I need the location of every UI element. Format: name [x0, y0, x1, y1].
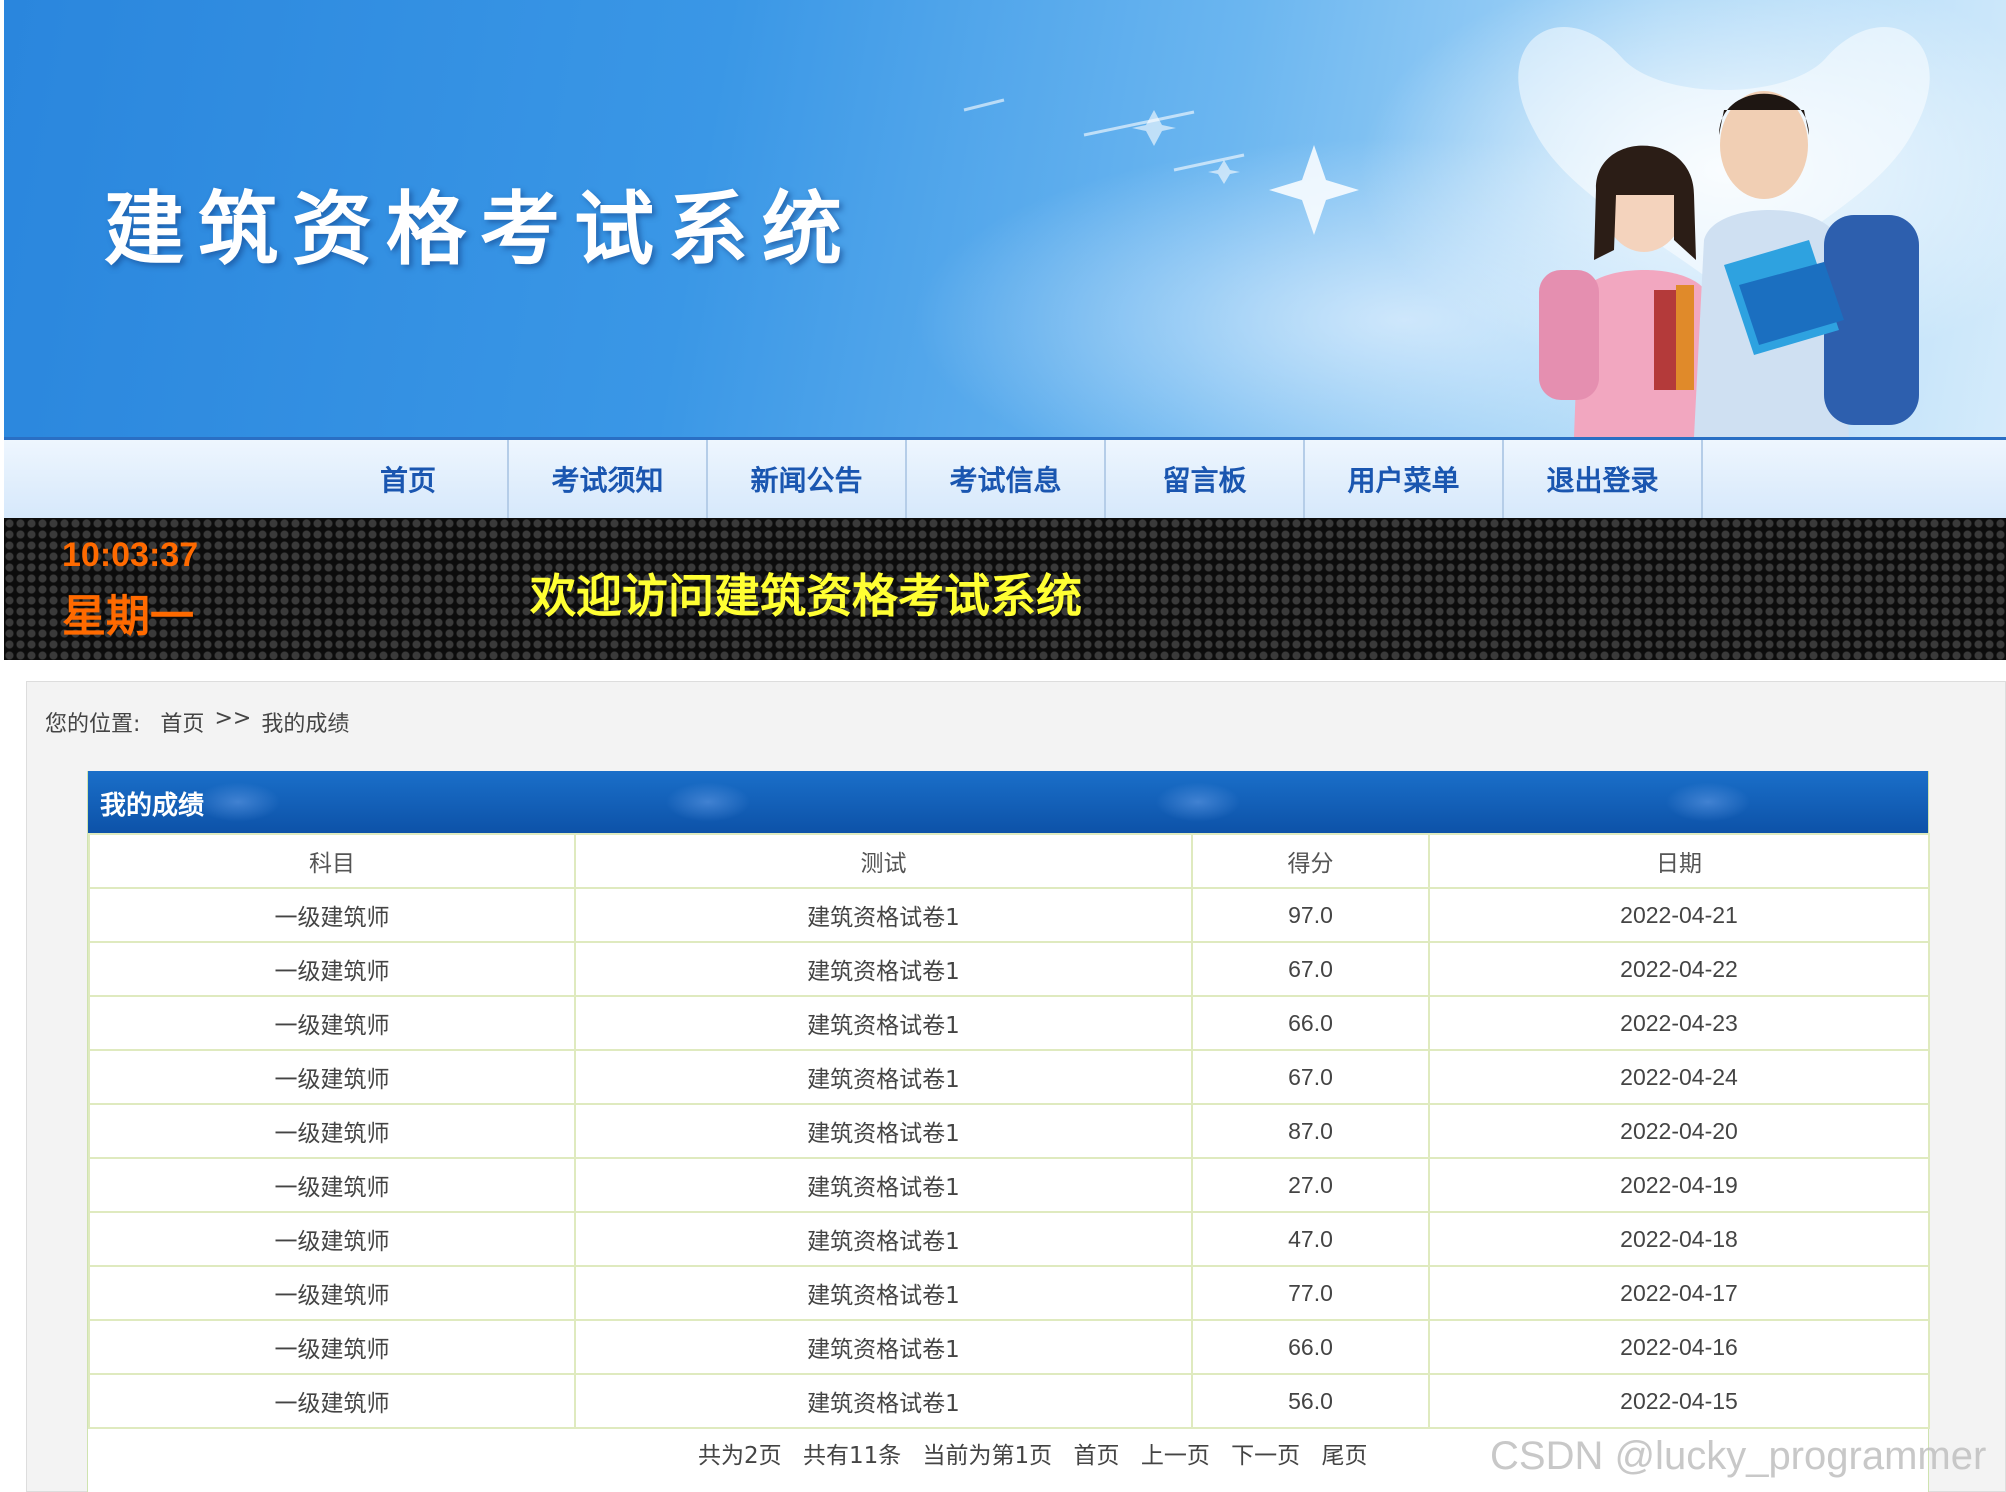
csdn-watermark: CSDN @lucky_programmer [1490, 1434, 1987, 1478]
cell-date: 2022-04-17 [1428, 1265, 1930, 1321]
cell-subject: 一级建筑师 [88, 1103, 576, 1159]
cell-test: 建筑资格试卷1 [574, 1049, 1193, 1105]
cell-score: 66.0 [1191, 1319, 1430, 1375]
cell-subject: 一级建筑师 [88, 887, 576, 943]
cell-date: 2022-04-16 [1428, 1319, 1930, 1375]
cell-score: 27.0 [1191, 1157, 1430, 1213]
table-row: 一级建筑师 建筑资格试卷1 66.0 2022-04-16 [88, 1319, 1930, 1375]
main-nav: 首页 考试须知 新闻公告 考试信息 留言板 用户菜单 退出登录 [4, 437, 2006, 518]
cell-date: 2022-04-22 [1428, 941, 1930, 997]
site-title: 建筑资格考试系统 [104, 183, 856, 276]
cell-test: 建筑资格试卷1 [574, 995, 1193, 1051]
pager-next-link[interactable]: 下一页 [1231, 1443, 1300, 1469]
cell-date: 2022-04-20 [1428, 1103, 1930, 1159]
cell-subject: 一级建筑师 [88, 1319, 576, 1375]
table-row: 一级建筑师 建筑资格试卷1 56.0 2022-04-15 [88, 1373, 1930, 1429]
pager-last-link[interactable]: 尾页 [1321, 1443, 1367, 1469]
pager-prev-link[interactable]: 上一页 [1141, 1443, 1210, 1469]
cell-score: 56.0 [1191, 1373, 1430, 1429]
panel-header: 我的成绩 [88, 771, 1928, 833]
header-banner: 建筑资格考试系统 [4, 0, 2006, 437]
table-row: 一级建筑师 建筑资格试卷1 87.0 2022-04-20 [88, 1103, 1930, 1159]
nav-item-logout[interactable]: 退出登录 [1504, 440, 1703, 518]
cell-date: 2022-04-15 [1428, 1373, 1930, 1429]
table-row: 一级建筑师 建筑资格试卷1 67.0 2022-04-24 [88, 1049, 1930, 1105]
cell-test: 建筑资格试卷1 [574, 941, 1193, 997]
nav-item-exam-notice[interactable]: 考试须知 [509, 440, 708, 518]
cell-test: 建筑资格试卷1 [574, 1211, 1193, 1267]
cell-score: 66.0 [1191, 995, 1430, 1051]
cell-score: 87.0 [1191, 1103, 1430, 1159]
table-header-row: 科目 测试 得分 日期 [88, 833, 1930, 889]
column-header-subject: 科目 [88, 833, 576, 889]
cell-test: 建筑资格试卷1 [574, 887, 1193, 943]
table-row: 一级建筑师 建筑资格试卷1 97.0 2022-04-21 [88, 887, 1930, 943]
pager-current-page: 当前为第1页 [922, 1443, 1053, 1469]
cell-score: 67.0 [1191, 941, 1430, 997]
pager-total-items: 共有11条 [802, 1443, 902, 1469]
panel-title: 我的成绩 [100, 791, 205, 821]
table-row: 一级建筑师 建筑资格试卷1 66.0 2022-04-23 [88, 995, 1930, 1051]
nav-item-user-menu[interactable]: 用户菜单 [1305, 440, 1504, 518]
sparkle-star-icon [1132, 110, 1359, 235]
cell-date: 2022-04-21 [1428, 887, 1930, 943]
cell-test: 建筑资格试卷1 [574, 1157, 1193, 1213]
nav-item-message-board[interactable]: 留言板 [1106, 440, 1305, 518]
nav-item-home[interactable]: 首页 [309, 440, 509, 518]
welcome-marquee: 欢迎访问建筑资格考试系统 [530, 569, 1082, 623]
cell-test: 建筑资格试卷1 [574, 1319, 1193, 1375]
table-row: 一级建筑师 建筑资格试卷1 77.0 2022-04-17 [88, 1265, 1930, 1321]
breadcrumb-prefix: 您的位置: [45, 712, 141, 737]
cell-date: 2022-04-23 [1428, 995, 1930, 1051]
led-marquee-bar: 10:03:37 星期一 欢迎访问建筑资格考试系统 [4, 518, 2006, 660]
pager-total-pages: 共为2页 [698, 1443, 782, 1469]
cell-date: 2022-04-24 [1428, 1049, 1930, 1105]
breadcrumb-home-link[interactable]: 首页 [160, 706, 204, 740]
clock-time: 10:03:37 [62, 536, 199, 574]
cell-score: 97.0 [1191, 887, 1430, 943]
cell-subject: 一级建筑师 [88, 995, 576, 1051]
column-header-date: 日期 [1428, 833, 1930, 889]
breadcrumb-current: 我的成绩 [261, 712, 350, 737]
breadcrumb: 您的位置: 首页 >> 我的成绩 [45, 706, 349, 740]
cell-score: 77.0 [1191, 1265, 1430, 1321]
cell-subject: 一级建筑师 [88, 1049, 576, 1105]
cell-test: 建筑资格试卷1 [574, 1265, 1193, 1321]
clock-weekday: 星期一 [62, 591, 194, 642]
cell-subject: 一级建筑师 [88, 941, 576, 997]
nav-item-news[interactable]: 新闻公告 [708, 440, 907, 518]
cell-test: 建筑资格试卷1 [574, 1103, 1193, 1159]
cell-subject: 一级建筑师 [88, 1265, 576, 1321]
scores-table: 科目 测试 得分 日期 一级建筑师 建筑资格试卷1 97.0 2022-04-21 一级… [88, 833, 1930, 1429]
cell-subject: 一级建筑师 [88, 1157, 576, 1213]
breadcrumb-separator: >> [214, 706, 252, 731]
table-row: 一级建筑师 建筑资格试卷1 67.0 2022-04-22 [88, 941, 1930, 997]
cell-score: 67.0 [1191, 1049, 1430, 1105]
cell-date: 2022-04-18 [1428, 1211, 1930, 1267]
cell-subject: 一级建筑师 [88, 1373, 576, 1429]
table-row: 一级建筑师 建筑资格试卷1 27.0 2022-04-19 [88, 1157, 1930, 1213]
cell-score: 47.0 [1191, 1211, 1430, 1267]
nav-item-exam-info[interactable]: 考试信息 [907, 440, 1106, 518]
pager-first-link[interactable]: 首页 [1074, 1443, 1120, 1469]
column-header-score: 得分 [1191, 833, 1430, 889]
column-header-test: 测试 [574, 833, 1193, 889]
scores-panel: 我的成绩 科目 测试 得分 日期 一级建筑师 建筑资格试卷1 97.0 2022-04… [87, 771, 1930, 1492]
student-girl-figure [1539, 145, 1714, 437]
cell-test: 建筑资格试卷1 [574, 1373, 1193, 1429]
cell-subject: 一级建筑师 [88, 1211, 576, 1267]
cell-date: 2022-04-19 [1428, 1157, 1930, 1213]
table-row: 一级建筑师 建筑资格试卷1 47.0 2022-04-18 [88, 1211, 1930, 1267]
